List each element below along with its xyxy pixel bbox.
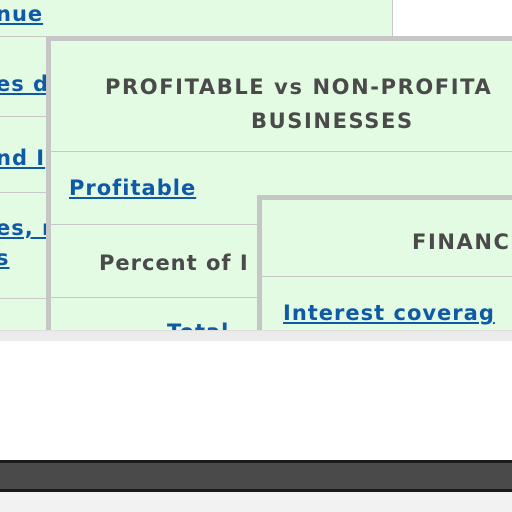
table-row: nue [0,0,392,37]
interest-coverage-link[interactable]: Interest coverag [283,301,495,325]
expenses-link[interactable]: es d [0,72,49,96]
total-label: Total [167,320,229,330]
popup-title-line2: BUSINESSES [251,109,414,133]
revenue-link[interactable]: nue [0,2,43,26]
page-viewport: nue es d nd I es, r s PROFITABLE vs NON-… [0,0,512,330]
financial-ratios-popup: FINANC Interest coverag [257,195,512,330]
profitable-link[interactable]: Profitable [69,176,196,200]
popup-title: FINANC [262,200,512,277]
popup-title: PROFITABLE vs NON-PROFITA BUSINESSES [51,41,512,152]
financial-title: FINANC [412,230,511,254]
bottom-toolbar [0,460,512,492]
popup-title-line1: PROFITABLE vs NON-PROFITA [105,75,493,99]
fund-link[interactable]: nd I [0,146,45,170]
horizontal-scrollbar[interactable] [0,330,512,341]
status-strip [0,492,512,512]
salaries-link-continued[interactable]: s [0,246,10,270]
percent-of-label: Percent of I [99,251,249,275]
